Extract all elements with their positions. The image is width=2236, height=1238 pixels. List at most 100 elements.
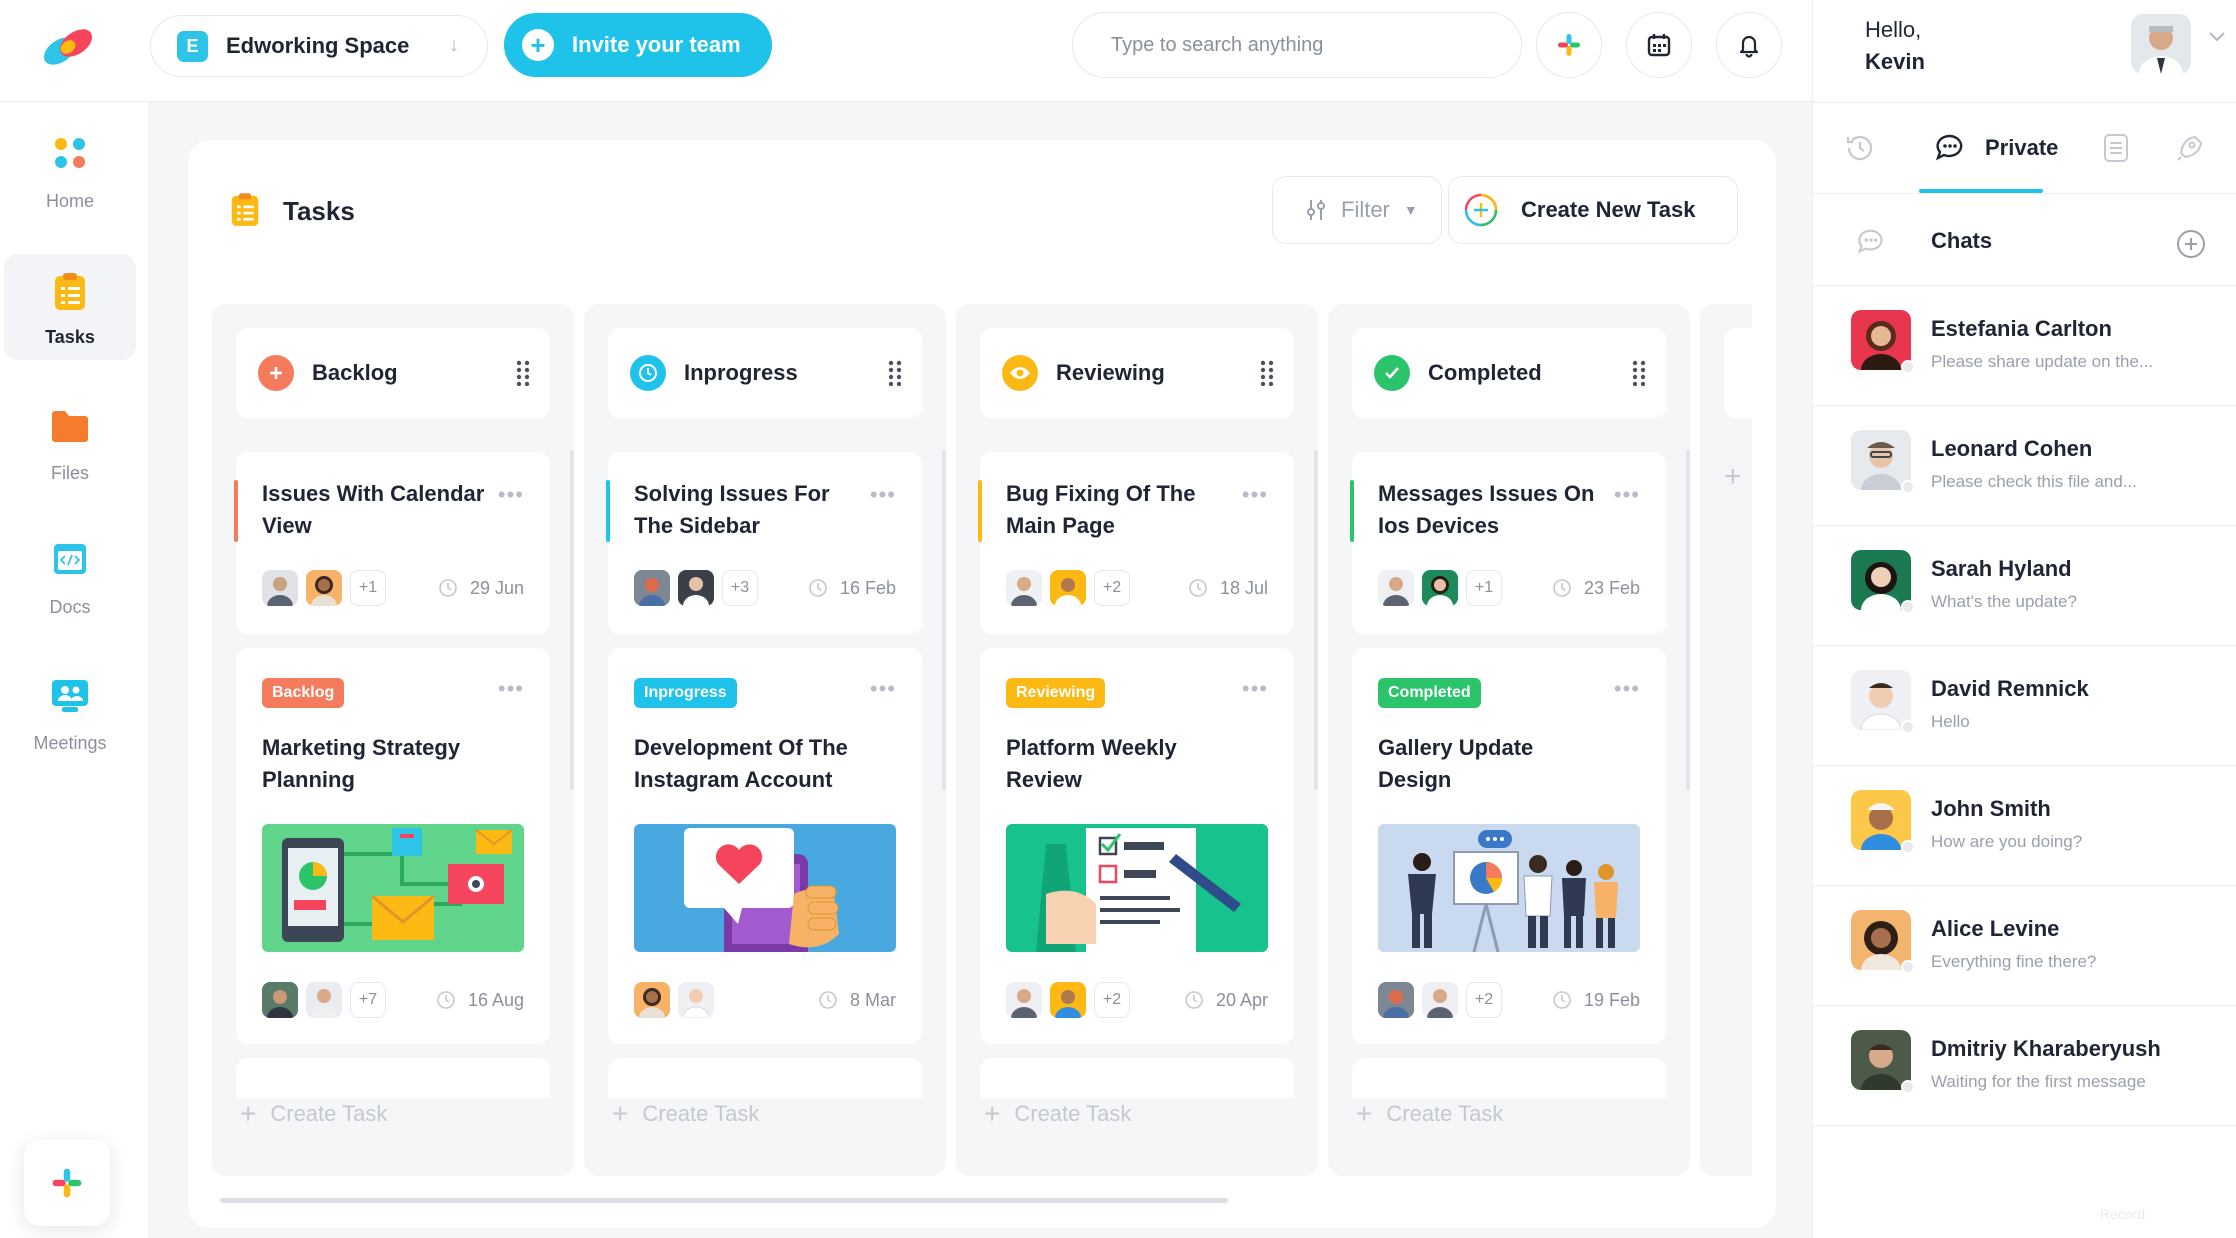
column-reviewing: Reviewing Bug Fixing Of The Main Page ••…	[956, 304, 1318, 1176]
column-scrollbar[interactable]	[570, 450, 574, 790]
more-options-icon[interactable]: •••	[1242, 676, 1268, 702]
more-assignees[interactable]: +1	[1466, 570, 1502, 606]
drag-handle-icon[interactable]	[888, 360, 902, 386]
workspace-selector[interactable]: E Edworking Space ↓	[150, 15, 488, 77]
task-title: Platform Weekly Review	[1006, 735, 1177, 792]
avatar	[1851, 1030, 1911, 1090]
page-title: Tasks	[283, 196, 355, 226]
task-thumbnail-marketing	[262, 824, 524, 952]
task-card[interactable]: Inprogress ••• Development Of The Instag…	[608, 648, 922, 1044]
app-logo[interactable]	[38, 25, 98, 69]
add-chat-icon[interactable]	[2175, 228, 2207, 260]
avatar	[1050, 982, 1086, 1018]
notifications-button[interactable]	[1716, 12, 1782, 78]
task-card[interactable]: Backlog ••• Marketing Strategy Planning	[236, 648, 550, 1044]
task-card-partial[interactable]	[236, 1058, 550, 1098]
sidebar-item-docs[interactable]: Docs	[4, 524, 136, 630]
column-scrollbar[interactable]	[1314, 450, 1318, 790]
quick-add-button[interactable]	[1536, 12, 1602, 78]
search-input[interactable]	[1072, 12, 1522, 78]
due-date-text: 29 Jun	[469, 577, 524, 598]
add-column-icon[interactable]: +	[1724, 460, 1742, 494]
task-meta: +1 23 Feb	[1378, 568, 1640, 608]
drag-handle-icon[interactable]	[516, 360, 530, 386]
task-card[interactable]: Completed ••• Gallery Update Design +2 1…	[1352, 648, 1666, 1044]
column-scrollbar[interactable]	[1686, 450, 1690, 790]
task-meta: +3 16 Feb	[634, 568, 896, 608]
create-task-button[interactable]: + Create Task	[240, 1098, 387, 1130]
tab-private[interactable]: Private	[1933, 131, 2058, 165]
more-options-icon[interactable]: •••	[870, 676, 896, 702]
sidebar-item-tasks[interactable]: Tasks	[4, 254, 136, 360]
quick-action-button[interactable]	[24, 1140, 110, 1226]
create-new-task-button[interactable]: Create New Task	[1448, 176, 1738, 244]
avatar	[634, 570, 670, 606]
task-card[interactable]: Reviewing ••• Platform Weekly Review +2 …	[980, 648, 1294, 1044]
drag-handle-icon[interactable]	[1260, 360, 1274, 386]
user-avatar[interactable]	[2131, 14, 2191, 74]
task-card-partial[interactable]	[608, 1058, 922, 1098]
tab-launch[interactable]	[2173, 131, 2203, 165]
sidebar: Home Tasks Files Docs Meetings	[0, 102, 148, 1238]
bell-icon	[1739, 35, 1759, 58]
tasks-icon	[231, 193, 259, 226]
sidebar-item-files[interactable]: Files	[4, 390, 136, 496]
drag-handle-icon[interactable]	[1632, 360, 1646, 386]
clock-icon	[819, 991, 837, 1009]
more-options-icon[interactable]: •••	[1614, 482, 1640, 508]
task-card[interactable]: Solving Issues For The Sidebar ••• +3 16…	[606, 452, 922, 634]
task-card[interactable]: Messages Issues On Ios Devices ••• +1 23…	[1350, 452, 1666, 634]
more-options-icon[interactable]: •••	[498, 676, 524, 702]
task-meta: +7 16 Aug	[262, 980, 524, 1020]
due-date: 16 Aug	[436, 990, 524, 1011]
chat-item[interactable]: Alice Levine Everything fine there?	[1813, 886, 2236, 1006]
avatar	[1378, 982, 1414, 1018]
due-date: 16 Feb	[808, 578, 896, 599]
chat-name: Estefania Carlton	[1931, 316, 2112, 341]
chat-preview: Waiting for the first message	[1931, 1072, 2146, 1091]
create-task-button[interactable]: + Create Task	[984, 1098, 1131, 1130]
more-options-icon[interactable]: •••	[1614, 676, 1640, 702]
chat-item[interactable]: Sarah Hyland What's the update?	[1813, 526, 2236, 646]
tab-history[interactable]	[1843, 131, 1877, 165]
chat-bubble-icon	[1857, 229, 1883, 254]
sidebar-item-meetings[interactable]: Meetings	[4, 660, 136, 766]
chevron-down-icon[interactable]	[2207, 30, 2227, 49]
more-assignees[interactable]: +7	[350, 982, 386, 1018]
more-assignees[interactable]: +1	[350, 570, 386, 606]
sidebar-item-home[interactable]: Home	[4, 118, 136, 224]
more-options-icon[interactable]: •••	[1242, 482, 1268, 508]
task-card[interactable]: Bug Fixing Of The Main Page ••• +2 18 Ju…	[978, 452, 1294, 634]
status-bar	[978, 480, 982, 542]
task-card[interactable]: Issues With Calendar View ••• +1 29 Jun	[234, 452, 550, 634]
top-bar: E Edworking Space ↓ + Invite your team	[0, 0, 1812, 102]
calendar-button[interactable]	[1626, 12, 1692, 78]
column-header	[1724, 328, 1752, 418]
chat-item[interactable]: David Remnick Hello	[1813, 646, 2236, 766]
chat-item[interactable]: Leonard Cohen Please check this file and…	[1813, 406, 2236, 526]
task-card-partial[interactable]	[1352, 1058, 1666, 1098]
more-assignees[interactable]: +2	[1094, 570, 1130, 606]
more-options-icon[interactable]: •••	[870, 482, 896, 508]
chat-item[interactable]: Dmitriy Kharaberyush Waiting for the fir…	[1813, 1006, 2236, 1126]
chat-item[interactable]: John Smith How are you doing?	[1813, 766, 2236, 886]
task-thumbnail-review	[1006, 824, 1268, 952]
column-partial: +	[1700, 304, 1752, 1176]
avatar	[262, 982, 298, 1018]
task-card-partial[interactable]	[980, 1058, 1294, 1098]
create-task-button[interactable]: + Create Task	[1356, 1098, 1503, 1130]
more-assignees[interactable]: +3	[722, 570, 758, 606]
more-options-icon[interactable]: •••	[498, 482, 524, 508]
chat-item[interactable]: Estefania Carlton Please share update on…	[1813, 286, 2236, 406]
record-label[interactable]: Record	[2100, 1206, 2145, 1222]
create-task-button[interactable]: + Create Task	[612, 1098, 759, 1130]
board-scrollbar[interactable]	[220, 1198, 1228, 1203]
more-assignees[interactable]: +2	[1094, 982, 1130, 1018]
invite-team-button[interactable]: + Invite your team	[504, 13, 772, 77]
filter-button[interactable]: Filter ▼	[1272, 176, 1442, 244]
column-scrollbar[interactable]	[942, 450, 946, 790]
more-assignees[interactable]: +2	[1466, 982, 1502, 1018]
tab-tasks[interactable]	[2101, 131, 2131, 165]
task-title: Solving Issues For The Sidebar	[634, 481, 830, 538]
column-header: Reviewing	[980, 328, 1294, 418]
